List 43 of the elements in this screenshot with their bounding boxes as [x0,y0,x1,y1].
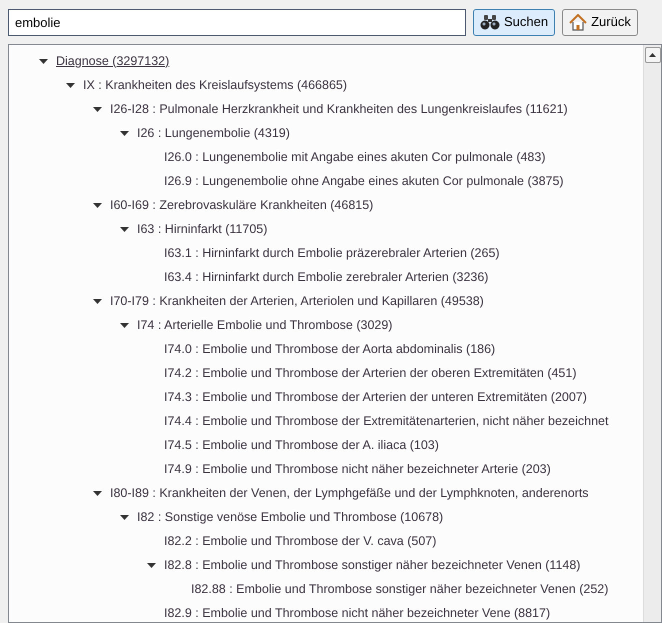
tree-item[interactable]: I82 : Sonstige venöse Embolie und Thrombose (10678) [137,508,444,526]
binoculars-icon [480,14,500,30]
tree-item[interactable]: I26.0 : Lungenembolie mit Angabe eines akuten Cor pulmonale (483) [164,148,546,166]
expanded-arrow-icon[interactable] [147,560,156,570]
tree-item[interactable]: I26-I28 : Pulmonale Herzkrankheit und Krankheiten des Lungenkreislaufes (11621) [110,100,568,118]
tree-item[interactable]: I80-I89 : Krankheiten der Venen, der Lymphgefäße und der Lymphknoten, anderenorts [110,484,589,502]
tree-item[interactable]: I74.9 : Embolie und Thrombose nicht näher bezeichneter Arterie (203) [164,460,551,478]
tree-item[interactable]: I26.9 : Lungenembolie ohne Angabe eines akuten Cor pulmonale (3875) [164,172,564,190]
tree-item[interactable]: I82.8 : Embolie und Thrombose sonstiger näher bezeichneter Venen (1148) [164,556,580,574]
tree-item[interactable]: I74.2 : Embolie und Thrombose der Arterien der oberen Extremitäten (451) [164,364,576,382]
search-field[interactable]: embolie [8,8,466,36]
tree-item[interactable]: I74 : Arterielle Embolie und Thrombose (3029) [137,316,392,334]
tree-item[interactable]: I82.88 : Embolie und Thrombose sonstiger näher bezeichneter Venen (252) [191,580,608,598]
expanded-arrow-icon[interactable] [93,488,102,498]
tree-item[interactable]: I26 : Lungenembolie (4319) [137,124,290,142]
tree-item[interactable]: I63.1 : Hirninfarkt durch Embolie präzerebraler Arterien (265) [164,244,500,262]
search-button[interactable]: Suchen [473,8,556,36]
tree-item[interactable]: IX : Krankheiten des Kreislaufsystems (466865) [83,76,348,94]
expanded-arrow-icon[interactable] [66,80,75,90]
expanded-arrow-icon[interactable] [39,56,48,66]
tree-item[interactable]: I63 : Hirninfarkt (11705) [137,220,268,238]
tree-item[interactable]: I74.5 : Embolie und Thrombose der A. iliaca (103) [164,436,439,454]
scrollbar[interactable] [643,45,661,622]
expanded-arrow-icon[interactable] [93,200,102,210]
house-icon [569,14,588,30]
expanded-arrow-icon[interactable] [120,320,129,330]
tree-item[interactable]: I74.4 : Embolie und Thrombose der Extremitätenarterien, nicht näher bezeichnet [164,412,608,430]
up-arrow-icon [649,53,656,57]
expanded-arrow-icon[interactable] [93,296,102,306]
back-button[interactable]: Zurück [562,8,638,36]
tree-item[interactable]: I82.9 : Embolie und Thrombose nicht näher bezeichneter Vene (8817) [164,604,550,622]
tree-item[interactable]: Diagnose (3297132) [56,52,170,70]
tree-item[interactable]: I70-I79 : Krankheiten der Arterien, Arteriolen und Kapillaren (49538) [110,292,484,310]
tree-item[interactable]: I82.2 : Embolie und Thrombose der V. cava (507) [164,532,436,550]
scroll-up-button[interactable] [644,47,660,63]
expanded-arrow-icon[interactable] [120,512,129,522]
expanded-arrow-icon[interactable] [120,128,129,138]
expanded-arrow-icon[interactable] [93,104,102,114]
tree-item[interactable]: I63.4 : Hirninfarkt durch Embolie zerebraler Arterien (3236) [164,268,488,286]
tree-item[interactable]: I60-I69 : Zerebrovaskuläre Krankheiten (46815) [110,196,374,214]
tree-item[interactable]: I74.0 : Embolie und Thrombose der Aorta abdominalis (186) [164,340,496,358]
tree-item[interactable]: I74.3 : Embolie und Thrombose der Arterien der unteren Extremitäten (2007) [164,388,587,406]
expanded-arrow-icon[interactable] [120,224,129,234]
